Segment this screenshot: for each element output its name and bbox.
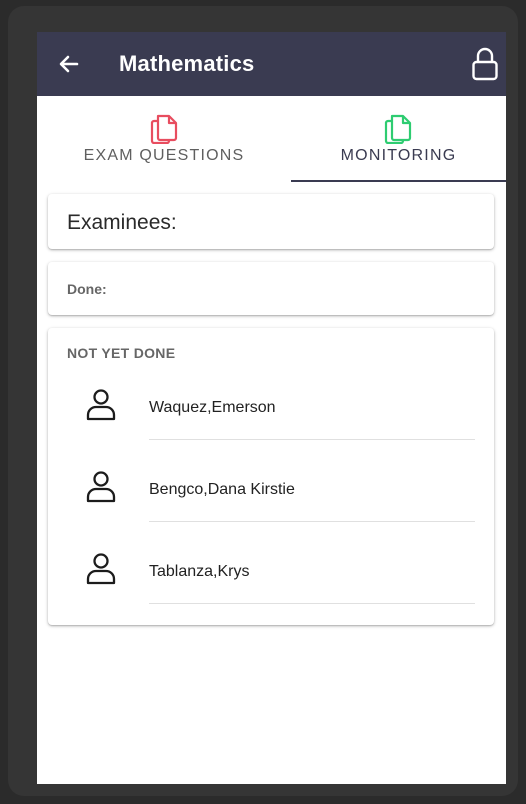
examinee-name: Waquez,Emerson xyxy=(149,399,276,416)
lock-button[interactable] xyxy=(470,46,500,82)
tab-monitoring-label: MONITORING xyxy=(340,147,457,164)
divider xyxy=(149,603,475,604)
copy-icon xyxy=(384,114,412,144)
done-label: Done: xyxy=(67,281,107,297)
tab-active-indicator xyxy=(291,180,506,182)
lock-icon xyxy=(472,47,498,81)
done-card: Done: xyxy=(48,262,494,315)
arrow-left-icon xyxy=(59,55,79,73)
tab-exam-questions[interactable]: EXAM QUESTIONS xyxy=(37,96,291,182)
person-icon xyxy=(86,471,116,503)
app-bar: Mathematics xyxy=(37,32,506,96)
examinee-item[interactable]: Tablanza,Krys xyxy=(48,542,494,624)
examinees-card: Examinees: xyxy=(48,194,494,249)
tab-bar: EXAM QUESTIONS MONITORING xyxy=(37,96,506,182)
back-button[interactable] xyxy=(55,50,83,78)
person-icon xyxy=(86,389,116,421)
divider xyxy=(149,521,475,522)
divider xyxy=(149,439,475,440)
examinees-title: Examinees: xyxy=(67,211,177,234)
examinee-item[interactable]: Waquez,Emerson xyxy=(48,378,494,460)
page-title: Mathematics xyxy=(119,51,255,76)
not-yet-done-card: NOT YET DONE Waquez,Emerson Bengco,Dana … xyxy=(48,328,494,625)
app-screen: Mathematics EXAM QUESTIONS MONITORING Ex… xyxy=(37,32,506,784)
person-icon xyxy=(86,553,116,585)
copy-icon xyxy=(150,114,178,144)
device-frame: Mathematics EXAM QUESTIONS MONITORING Ex… xyxy=(8,6,518,796)
not-yet-done-header: NOT YET DONE xyxy=(67,345,176,361)
examinee-item[interactable]: Bengco,Dana Kirstie xyxy=(48,460,494,542)
tab-monitoring[interactable]: MONITORING xyxy=(291,96,506,182)
examinee-name: Tablanza,Krys xyxy=(149,563,250,580)
examinee-name: Bengco,Dana Kirstie xyxy=(149,481,295,498)
tab-exam-questions-label: EXAM QUESTIONS xyxy=(83,147,245,164)
